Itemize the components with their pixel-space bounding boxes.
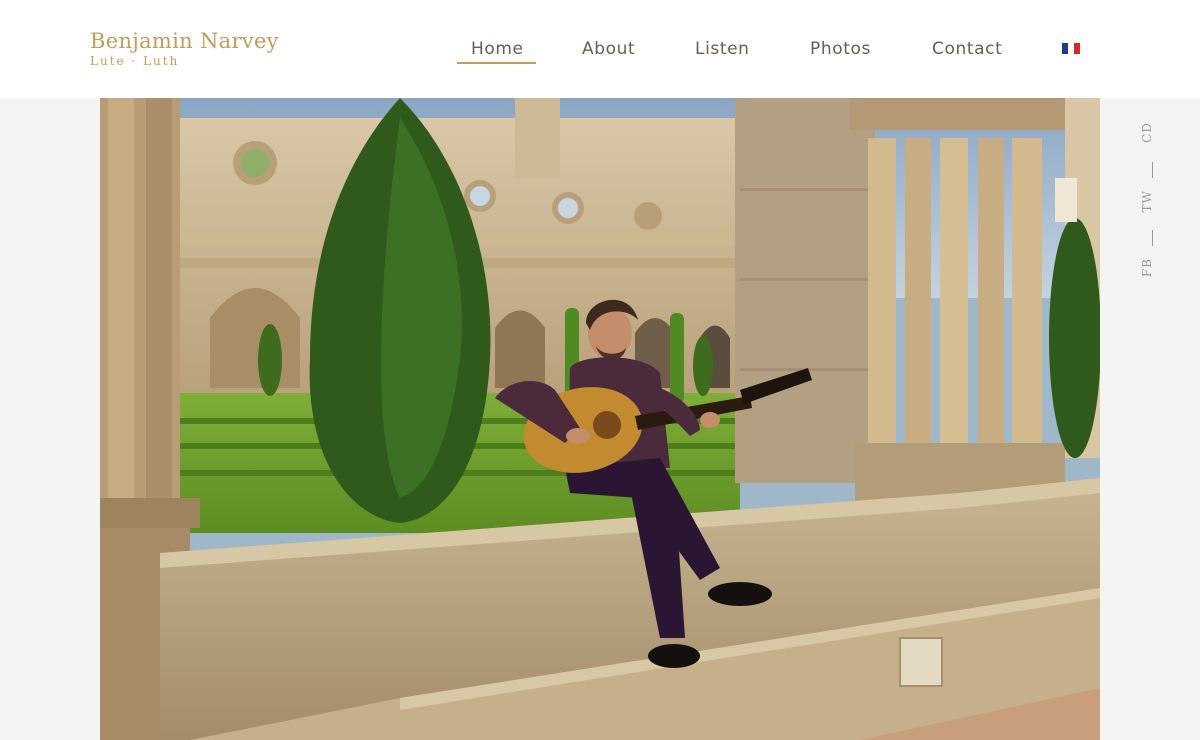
social-sidebar: CD TW FB xyxy=(1140,122,1166,292)
social-link-twitter[interactable]: TW xyxy=(1140,190,1166,212)
nav-listen-link[interactable]: Listen xyxy=(695,38,750,60)
nav-photos-link[interactable]: Photos xyxy=(810,38,871,60)
hero-photo xyxy=(100,98,1100,740)
main-navigation: Home About Listen Photos Contact xyxy=(0,0,1200,98)
social-link-facebook[interactable]: FB xyxy=(1140,258,1166,277)
social-link-cd[interactable]: CD xyxy=(1140,122,1166,143)
nav-contact-link[interactable]: Contact xyxy=(932,38,1002,60)
social-separator xyxy=(1152,230,1153,246)
hero-photo-illustration xyxy=(100,98,1100,740)
flag-france-icon[interactable] xyxy=(1062,43,1080,54)
nav-about-link[interactable]: About xyxy=(582,38,635,60)
nav-home-link[interactable]: Home xyxy=(471,38,524,60)
nav-active-underline xyxy=(457,62,536,64)
social-separator xyxy=(1152,162,1153,178)
flag-red-stripe xyxy=(1074,43,1080,54)
site-header: Benjamin Narvey Lute · Luth Home About L… xyxy=(0,0,1200,98)
